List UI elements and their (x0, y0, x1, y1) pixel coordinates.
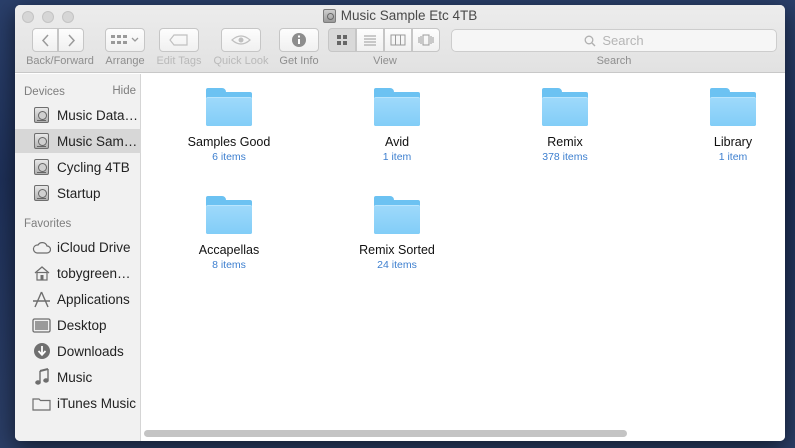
folder-item-count: 378 items (542, 151, 588, 163)
sidebar-item-desktop[interactable]: Desktop (15, 313, 141, 337)
tag-icon (169, 34, 188, 46)
favorites-header: Favorites (24, 218, 72, 230)
sidebar-item-label: Desktop (57, 317, 107, 333)
folder-item[interactable]: Samples Good 6 items (154, 88, 304, 163)
cloud-icon (32, 238, 51, 256)
folder-item[interactable]: Remix Sorted 24 items (322, 196, 472, 271)
folder-item[interactable]: Avid 1 item (322, 88, 472, 163)
chevron-right-icon (67, 33, 75, 47)
arrange-grid-icon (111, 35, 139, 44)
folder-name: Library (713, 135, 753, 149)
column-view-button[interactable] (384, 28, 412, 52)
folder-item-count: 1 item (718, 151, 748, 163)
sidebar-item-label: Music (57, 369, 93, 385)
sidebar-item-downloads[interactable]: Downloads (15, 339, 141, 363)
sidebar-item-label: Music Data… (57, 107, 139, 123)
folder-icon (542, 88, 588, 126)
folder-item-count: 6 items (212, 151, 246, 163)
forward-button[interactable] (58, 28, 84, 52)
sidebar-item-label: iTunes Music (57, 395, 137, 411)
music-note-icon (32, 368, 51, 386)
sidebar-item-music-data[interactable]: Music Data… (15, 103, 141, 127)
sidebar: Devices Hide Music Data… Music Sam… Cycl… (15, 74, 141, 441)
hide-devices-button[interactable]: Hide (112, 85, 136, 97)
folder-icon (374, 196, 420, 234)
list-view-icon (364, 35, 376, 46)
folder-name: Samples Good (187, 135, 271, 149)
folder-item-count: 24 items (377, 259, 417, 271)
toolbar: Music Sample Etc 4TB Back/Forward Arrang… (15, 5, 785, 73)
chevron-left-icon (41, 33, 49, 47)
folder-item[interactable]: Remix 378 items (490, 88, 640, 163)
finder-window: Music Sample Etc 4TB Back/Forward Arrang… (15, 5, 785, 441)
hard-drive-icon (322, 8, 336, 23)
quick-look-label: Quick Look (213, 55, 269, 67)
icon-view-icon (337, 35, 347, 45)
view-label: View (373, 55, 397, 67)
sidebar-item-itunes-music[interactable]: iTunes Music (15, 391, 141, 415)
sidebar-item-label: Downloads (57, 343, 124, 359)
folder-icon (206, 196, 252, 234)
horizontal-scrollbar[interactable] (144, 430, 627, 437)
applications-icon (32, 290, 51, 308)
hard-drive-icon (32, 158, 51, 176)
window-title: Music Sample Etc 4TB (15, 8, 785, 23)
sidebar-item-label: Applications (57, 291, 130, 307)
get-info-label: Get Info (279, 55, 319, 67)
folder-icon (374, 88, 420, 126)
edit-tags-label: Edit Tags (156, 55, 202, 67)
sidebar-item-home[interactable]: tobygreen… (15, 261, 141, 285)
folder-icon (32, 394, 51, 412)
eye-icon (231, 35, 251, 45)
folder-item-count: 1 item (382, 151, 412, 163)
sidebar-item-startup[interactable]: Startup (15, 181, 141, 205)
sidebar-item-label: iCloud Drive (57, 239, 131, 255)
hard-drive-icon (32, 184, 51, 202)
search-field[interactable]: Search (451, 29, 777, 52)
arrange-label: Arrange (105, 55, 145, 67)
list-view-button[interactable] (356, 28, 384, 52)
sidebar-item-applications[interactable]: Applications (15, 287, 141, 311)
edit-tags-button[interactable] (159, 28, 199, 52)
folder-icon (710, 88, 756, 126)
quick-look-button[interactable] (221, 28, 261, 52)
file-icon-grid: Samples Good 6 items Avid 1 item Remix 3… (142, 74, 785, 441)
hard-drive-icon (32, 106, 51, 124)
sidebar-item-label: Music Sam… (57, 133, 138, 149)
folder-item[interactable]: Library 1 item (658, 88, 785, 163)
folder-item-count: 8 items (212, 259, 246, 271)
desktop-icon (32, 316, 51, 334)
get-info-button[interactable] (279, 28, 319, 52)
sidebar-item-music-sample[interactable]: Music Sam… (15, 129, 141, 153)
column-view-icon (390, 34, 406, 46)
folder-name: Avid (384, 135, 410, 149)
folder-item[interactable]: Accapellas 8 items (154, 196, 304, 271)
search-label: Search (596, 55, 632, 67)
downloads-icon (32, 342, 51, 360)
info-icon (292, 33, 306, 47)
cover-flow-view-button[interactable] (412, 28, 440, 52)
folder-name: Accapellas (198, 243, 260, 257)
back-button[interactable] (32, 28, 58, 52)
sidebar-item-cycling-4tb[interactable]: Cycling 4TB (15, 155, 141, 179)
back-forward-label: Back/Forward (26, 55, 94, 67)
icon-view-button[interactable] (328, 28, 356, 52)
home-icon (32, 264, 51, 282)
arrange-button[interactable] (105, 28, 145, 52)
sidebar-item-music[interactable]: Music (15, 365, 141, 389)
folder-name: Remix Sorted (359, 243, 435, 257)
sidebar-item-label: Startup (57, 185, 101, 201)
devices-header: Devices (24, 86, 65, 98)
folder-name: Remix (547, 135, 583, 149)
hard-drive-icon (32, 132, 51, 150)
sidebar-item-icloud-drive[interactable]: iCloud Drive (15, 235, 141, 259)
sidebar-item-label: tobygreen… (57, 265, 131, 281)
search-icon (584, 35, 596, 46)
cover-flow-icon (418, 34, 434, 46)
folder-icon (206, 88, 252, 126)
sidebar-item-label: Cycling 4TB (57, 159, 130, 175)
window-title-text: Music Sample Etc 4TB (340, 8, 478, 23)
search-placeholder: Search (602, 33, 644, 48)
